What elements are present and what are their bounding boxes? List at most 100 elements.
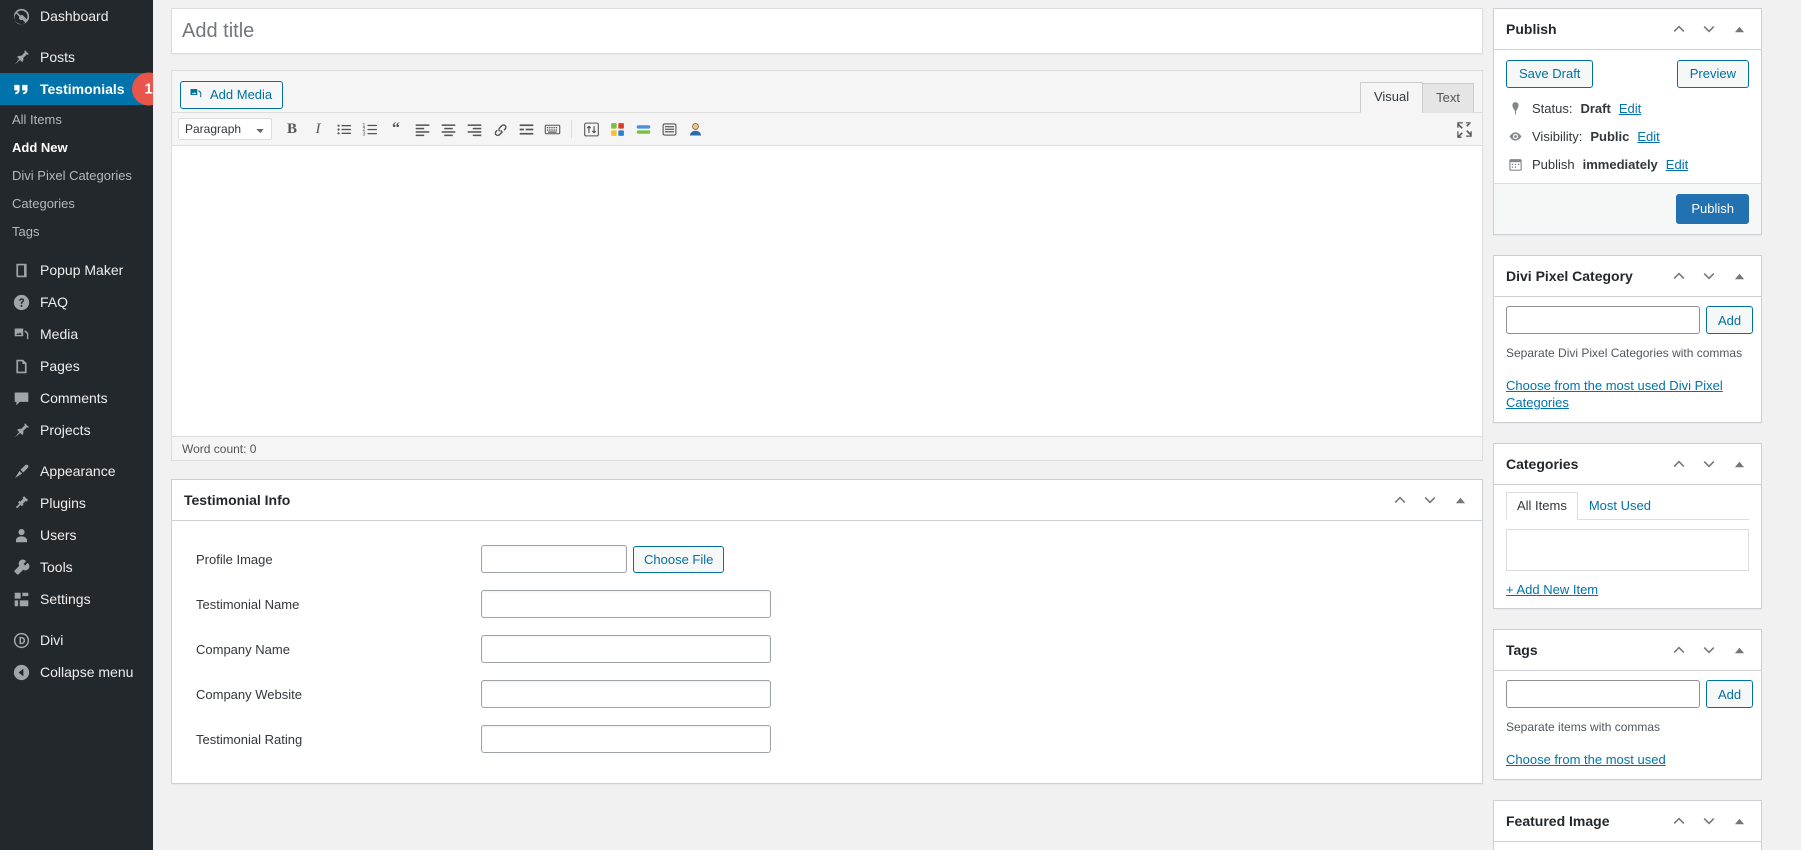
paragraph-format-select[interactable]: Paragraph bbox=[178, 118, 272, 140]
sidebar-item-categories[interactable]: Categories bbox=[0, 190, 153, 218]
categories-header: Categories bbox=[1494, 444, 1761, 485]
sidebar-item-media[interactable]: Media bbox=[0, 318, 153, 350]
tab-all-items[interactable]: All Items bbox=[1506, 492, 1578, 520]
edit-visibility-link[interactable]: Edit bbox=[1637, 129, 1659, 144]
sidebar-item-popup-maker[interactable]: Popup Maker bbox=[0, 254, 153, 286]
form-row-testimonial-rating: Testimonial Rating bbox=[186, 725, 1468, 753]
divi-pixel-category-add-button[interactable]: Add bbox=[1706, 306, 1754, 334]
move-down-icon[interactable] bbox=[1699, 454, 1719, 474]
sidebar-item-tools[interactable]: Tools bbox=[0, 551, 153, 583]
toggle-panel-icon[interactable] bbox=[1450, 490, 1470, 510]
align-right-icon[interactable] bbox=[462, 117, 486, 141]
sidebar-item-pages[interactable]: Pages bbox=[0, 350, 153, 382]
move-down-icon[interactable] bbox=[1699, 266, 1719, 286]
toggle-panel-icon[interactable] bbox=[1729, 811, 1749, 831]
testimonial-info-header: Testimonial Info bbox=[172, 480, 1482, 521]
status-badge: 1 bbox=[132, 72, 153, 106]
sidebar-item-settings[interactable]: Settings bbox=[0, 583, 153, 615]
toggle-panel-icon[interactable] bbox=[1729, 19, 1749, 39]
pin-icon bbox=[11, 420, 31, 440]
profile-image-input[interactable] bbox=[481, 545, 627, 573]
edit-schedule-link[interactable]: Edit bbox=[1666, 157, 1688, 172]
field-label: Company Website bbox=[196, 686, 302, 702]
fullscreen-icon[interactable] bbox=[1452, 117, 1476, 141]
sidebar-item-users[interactable]: Users bbox=[0, 519, 153, 551]
avatar-icon[interactable] bbox=[683, 117, 707, 141]
move-up-icon[interactable] bbox=[1669, 19, 1689, 39]
move-down-icon[interactable] bbox=[1699, 640, 1719, 660]
sidebar-item-dashboard[interactable]: Dashboard bbox=[0, 0, 153, 32]
color-grid-icon[interactable] bbox=[605, 117, 629, 141]
move-down-icon[interactable] bbox=[1699, 811, 1719, 831]
choose-file-button[interactable]: Choose File bbox=[633, 545, 725, 573]
metabox-controls bbox=[1390, 490, 1470, 510]
testimonial-rating-input[interactable] bbox=[481, 725, 771, 753]
company-website-input[interactable] bbox=[481, 680, 771, 708]
move-up-icon[interactable] bbox=[1669, 454, 1689, 474]
sidebar-item-appearance[interactable]: Appearance bbox=[0, 455, 153, 487]
sidebar-item-posts[interactable]: Posts bbox=[0, 41, 153, 73]
tab-text[interactable]: Text bbox=[1422, 83, 1474, 113]
sidebar-item-add-new[interactable]: Add New bbox=[0, 134, 153, 162]
sidebar-item-testimonials[interactable]: Testimonials 1 bbox=[0, 72, 153, 106]
numbered-list-icon[interactable]: 123 bbox=[358, 117, 382, 141]
tags-input[interactable] bbox=[1506, 680, 1700, 708]
bold-icon[interactable]: B bbox=[280, 117, 304, 141]
add-media-label: Add Media bbox=[210, 87, 273, 102]
bulleted-list-icon[interactable] bbox=[332, 117, 356, 141]
tab-most-used[interactable]: Most Used bbox=[1578, 492, 1662, 520]
form-row-profile-image: Profile Image Choose File bbox=[186, 545, 1468, 573]
layout-icon[interactable] bbox=[657, 117, 681, 141]
toggle-panel-icon[interactable] bbox=[1729, 454, 1749, 474]
metabox-controls bbox=[1669, 266, 1749, 286]
sidebar-item-collapse-menu[interactable]: Collapse menu bbox=[0, 656, 153, 688]
sidebar-separator bbox=[0, 446, 153, 455]
move-up-icon[interactable] bbox=[1669, 811, 1689, 831]
divi-pixel-category-most-used-link[interactable]: Choose from the most used Divi Pixel Cat… bbox=[1506, 377, 1749, 411]
save-draft-button[interactable]: Save Draft bbox=[1506, 60, 1594, 88]
align-left-icon[interactable] bbox=[410, 117, 434, 141]
sidebar-item-plugins[interactable]: Plugins bbox=[0, 487, 153, 519]
editor-content-area[interactable] bbox=[172, 146, 1482, 436]
publish-button[interactable]: Publish bbox=[1676, 194, 1749, 224]
sidebar-item-comments[interactable]: Comments bbox=[0, 382, 153, 414]
read-more-icon[interactable] bbox=[514, 117, 538, 141]
sidebar-item-divi-pixel-categories[interactable]: Divi Pixel Categories bbox=[0, 162, 153, 190]
tab-visual[interactable]: Visual bbox=[1359, 82, 1424, 113]
wrench-icon bbox=[11, 557, 31, 577]
post-title-input[interactable] bbox=[172, 9, 1482, 53]
categories-metabox: Categories All Items Most Used + Add New… bbox=[1493, 443, 1762, 609]
add-new-item-link[interactable]: + Add New Item bbox=[1506, 582, 1598, 597]
form-row-testimonial-name: Testimonial Name bbox=[186, 590, 1468, 618]
edit-status-link[interactable]: Edit bbox=[1619, 101, 1641, 116]
italic-icon[interactable]: I bbox=[306, 117, 330, 141]
company-name-input[interactable] bbox=[481, 635, 771, 663]
testimonial-name-input[interactable] bbox=[481, 590, 771, 618]
add-media-button[interactable]: Add Media bbox=[180, 81, 284, 109]
move-down-icon[interactable] bbox=[1420, 490, 1440, 510]
sidebar-item-faq[interactable]: FAQ bbox=[0, 286, 153, 318]
toolbar-toggle-icon[interactable] bbox=[579, 117, 603, 141]
sidebar-item-all-items[interactable]: All Items bbox=[0, 106, 153, 134]
toggle-panel-icon[interactable] bbox=[1729, 266, 1749, 286]
tags-most-used-link[interactable]: Choose from the most used bbox=[1506, 751, 1666, 768]
move-down-icon[interactable] bbox=[1699, 19, 1719, 39]
move-up-icon[interactable] bbox=[1390, 490, 1410, 510]
align-center-icon[interactable] bbox=[436, 117, 460, 141]
sidebar-item-divi[interactable]: Divi bbox=[0, 624, 153, 656]
toggle-panel-icon[interactable] bbox=[1729, 640, 1749, 660]
table-icon[interactable] bbox=[631, 117, 655, 141]
sidebar-item-tags[interactable]: Tags bbox=[0, 218, 153, 246]
divi-pixel-category-input[interactable] bbox=[1506, 306, 1700, 334]
categories-checklist[interactable] bbox=[1506, 529, 1749, 571]
sidebar-item-projects[interactable]: Projects bbox=[0, 414, 153, 446]
blockquote-icon[interactable]: “ bbox=[384, 117, 408, 141]
move-up-icon[interactable] bbox=[1669, 266, 1689, 286]
metabox-controls bbox=[1669, 640, 1749, 660]
preview-button[interactable]: Preview bbox=[1676, 60, 1749, 88]
keyboard-icon[interactable] bbox=[540, 117, 564, 141]
sidebar-separator bbox=[0, 615, 153, 624]
link-icon[interactable] bbox=[488, 117, 512, 141]
tags-add-button[interactable]: Add bbox=[1706, 680, 1754, 708]
move-up-icon[interactable] bbox=[1669, 640, 1689, 660]
